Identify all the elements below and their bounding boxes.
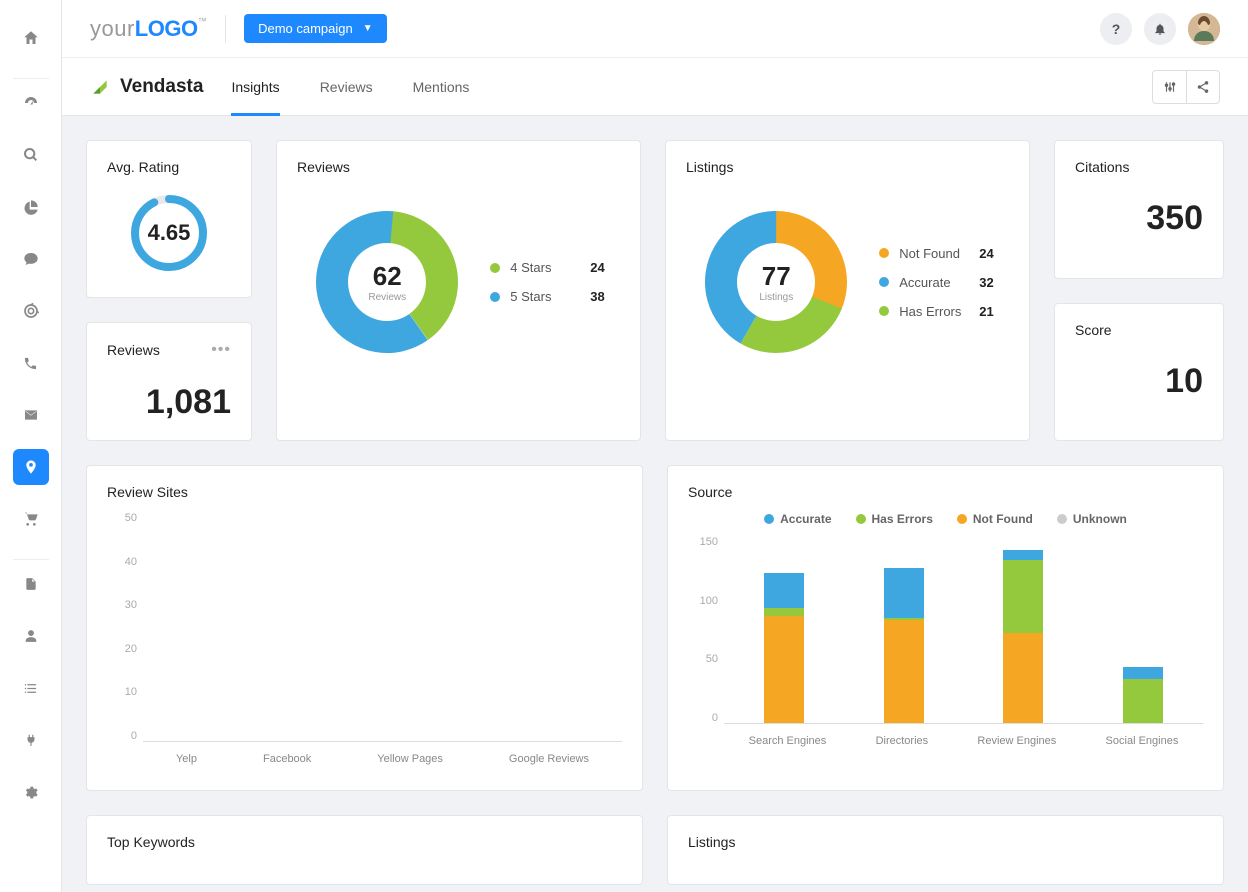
- brand-name: Vendasta: [120, 76, 203, 98]
- card-title: Review Sites: [107, 484, 622, 500]
- home-icon[interactable]: [13, 20, 49, 56]
- list-icon[interactable]: [13, 670, 49, 706]
- pie-chart-icon[interactable]: [13, 189, 49, 225]
- card-title: Score: [1075, 322, 1203, 338]
- source-legend: AccurateHas ErrorsNot FoundUnknown: [688, 512, 1203, 526]
- file-icon[interactable]: [13, 566, 49, 602]
- card-title: Listings: [688, 834, 1203, 850]
- review-sites-chart: 50403020100YelpFacebookYellow PagesGoogl…: [107, 512, 622, 772]
- avg-rating-gauge: 4.65: [127, 191, 211, 275]
- card-title: Citations: [1075, 159, 1203, 175]
- topbar: yourLOGO™ Demo campaign ▼ ?: [62, 0, 1248, 58]
- bell-icon[interactable]: [1144, 13, 1176, 45]
- card-title: Top Keywords: [107, 834, 622, 850]
- cart-icon[interactable]: [13, 501, 49, 537]
- logo: yourLOGO™: [90, 16, 207, 42]
- card-title: Avg. Rating: [107, 159, 231, 175]
- sidebar-nav: [0, 0, 62, 892]
- card-source: Source AccurateHas ErrorsNot FoundUnknow…: [667, 465, 1224, 791]
- listings-legend: Not Found24 Accurate32 Has Errors21: [879, 246, 993, 319]
- card-listings-donut: Listings 77 Listings: [665, 140, 1030, 441]
- brand-logo-icon: [90, 77, 110, 97]
- source-chart: 150100500Search EnginesDirectoriesReview…: [688, 536, 1203, 754]
- user-icon[interactable]: [13, 618, 49, 654]
- card-top-keywords: Top Keywords: [86, 815, 643, 885]
- location-icon[interactable]: [13, 449, 49, 485]
- reviews-value: 1,081: [107, 383, 231, 422]
- share-button[interactable]: [1186, 70, 1220, 104]
- score-value: 10: [1075, 362, 1203, 401]
- card-avg-rating: Avg. Rating 4.65: [86, 140, 252, 298]
- card-title: Source: [688, 484, 1203, 500]
- avatar[interactable]: [1188, 13, 1220, 45]
- tab-insights[interactable]: Insights: [231, 58, 279, 115]
- target-icon[interactable]: [13, 293, 49, 329]
- tab-mentions[interactable]: Mentions: [413, 58, 470, 115]
- card-reviews-count: Reviews ••• 1,081: [86, 322, 252, 441]
- more-icon[interactable]: •••: [211, 341, 231, 359]
- subheader: Vendasta Insights Reviews Mentions: [62, 58, 1248, 116]
- card-title: Reviews •••: [107, 341, 231, 359]
- card-title: Listings: [686, 159, 1009, 175]
- card-score: Score 10: [1054, 303, 1224, 442]
- card-title: Reviews: [297, 159, 620, 175]
- plug-icon[interactable]: [13, 722, 49, 758]
- reviews-legend: 4 Stars24 5 Stars38: [490, 260, 604, 304]
- settings-icon[interactable]: [13, 774, 49, 810]
- filter-button[interactable]: [1152, 70, 1186, 104]
- reviews-donut: 62 Reviews: [312, 207, 462, 357]
- caret-down-icon: ▼: [363, 23, 373, 34]
- card-listings: Listings: [667, 815, 1224, 885]
- chat-icon[interactable]: [13, 241, 49, 277]
- mail-icon[interactable]: [13, 397, 49, 433]
- help-icon[interactable]: ?: [1100, 13, 1132, 45]
- tab-reviews[interactable]: Reviews: [320, 58, 373, 115]
- card-citations: Citations 350: [1054, 140, 1224, 279]
- listings-donut: 77 Listings: [701, 207, 851, 357]
- search-icon[interactable]: [13, 137, 49, 173]
- campaign-dropdown[interactable]: Demo campaign ▼: [244, 14, 387, 43]
- content: Avg. Rating 4.65: [62, 116, 1248, 892]
- card-reviews-donut: Reviews 62 Reviews: [276, 140, 641, 441]
- phone-icon[interactable]: [13, 345, 49, 381]
- citations-value: 350: [1075, 199, 1203, 238]
- card-review-sites: Review Sites 50403020100YelpFacebookYell…: [86, 465, 643, 791]
- tabs: Insights Reviews Mentions: [231, 58, 469, 115]
- dashboard-icon[interactable]: [13, 85, 49, 121]
